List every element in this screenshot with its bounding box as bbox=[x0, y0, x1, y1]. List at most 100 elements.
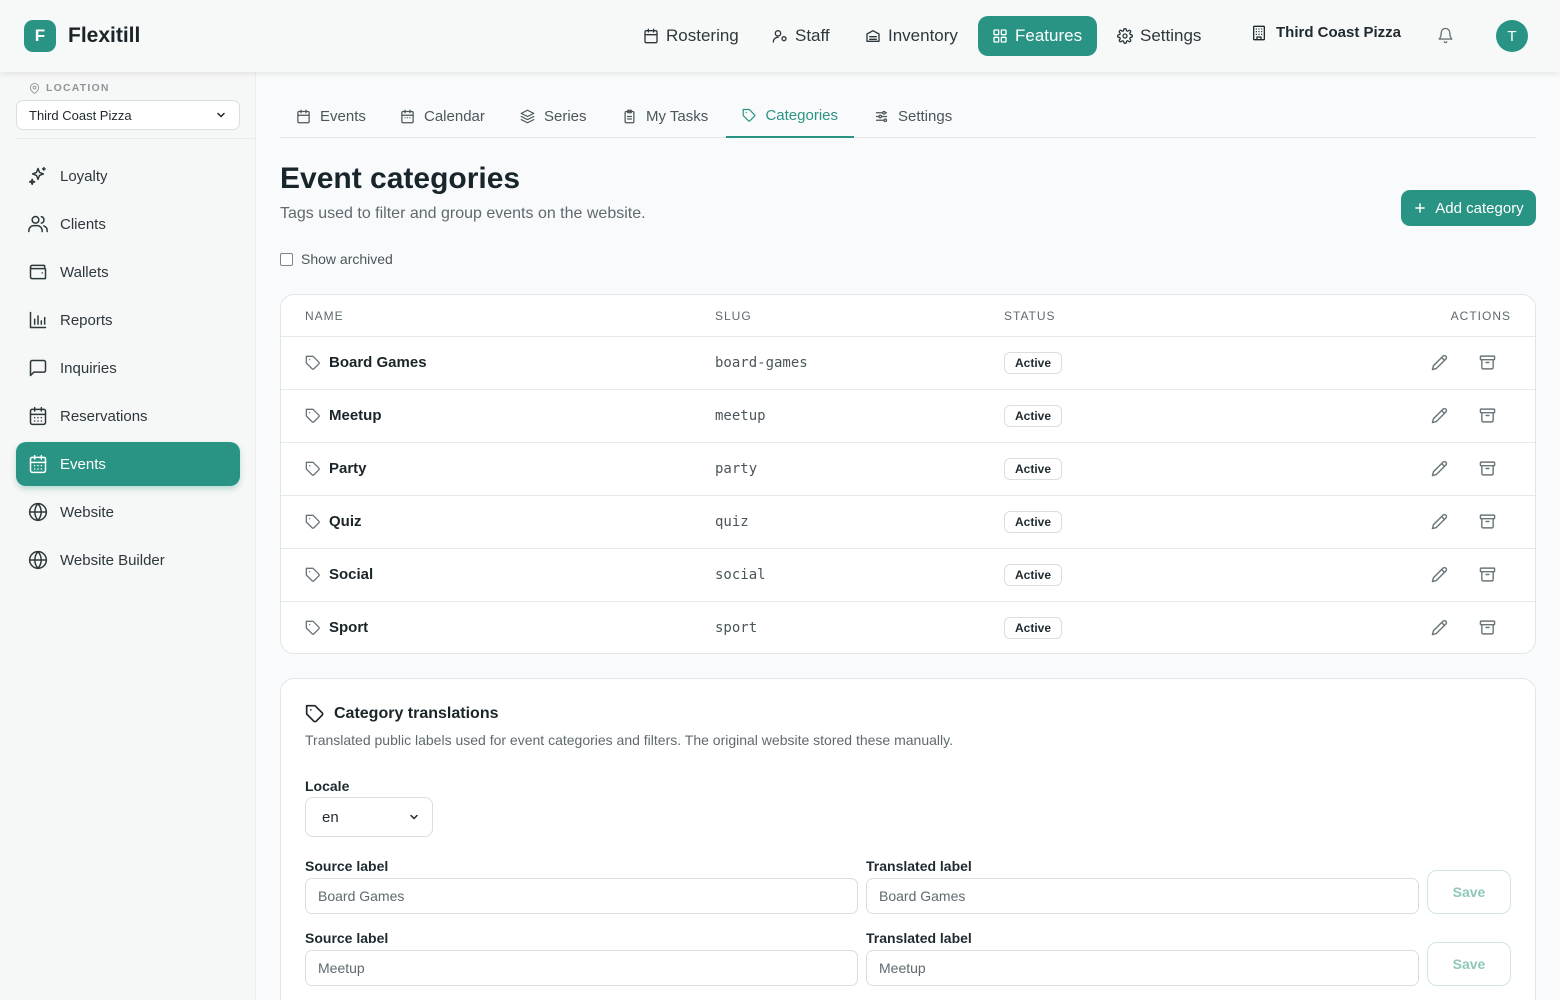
tab-label: Series bbox=[544, 107, 587, 125]
sidebar-item-loyalty[interactable]: Loyalty bbox=[16, 154, 240, 198]
edit-button[interactable] bbox=[1431, 566, 1448, 583]
edit-button[interactable] bbox=[1431, 354, 1448, 371]
translated-label-field[interactable]: Meetup bbox=[866, 950, 1419, 986]
archive-button[interactable] bbox=[1479, 619, 1496, 636]
archive-icon bbox=[1479, 461, 1496, 476]
sidebar-item-label: Clients bbox=[60, 215, 106, 233]
category-slug: board-games bbox=[715, 355, 808, 371]
tag-icon bbox=[305, 461, 320, 476]
category-name-text: Party bbox=[329, 460, 367, 477]
topnav-staff[interactable]: Staff bbox=[758, 16, 844, 56]
brand[interactable]: F Flexitill bbox=[24, 20, 140, 52]
source-label: Source label bbox=[305, 930, 389, 946]
sidebar-item-events[interactable]: Events bbox=[16, 442, 240, 486]
category-name: Social bbox=[305, 566, 373, 583]
status-badge: Active bbox=[1004, 405, 1063, 427]
archive-button[interactable] bbox=[1479, 513, 1496, 530]
topnav-features[interactable]: Features bbox=[978, 16, 1097, 56]
locale-select[interactable]: en bbox=[305, 797, 433, 837]
source-label-field[interactable]: Board Games bbox=[305, 878, 858, 914]
calendar-icon bbox=[644, 28, 658, 44]
tab-series[interactable]: Series bbox=[504, 94, 603, 138]
pencil-icon bbox=[1431, 513, 1448, 530]
category-slug: quiz bbox=[715, 514, 749, 530]
topnav-label: Inventory bbox=[888, 26, 958, 45]
location-select[interactable]: Third Coast Pizza bbox=[16, 100, 240, 130]
sidebar-item-reservations[interactable]: Reservations bbox=[16, 394, 240, 438]
building-icon bbox=[1253, 25, 1265, 40]
sidebar-item-label: Wallets bbox=[60, 263, 109, 281]
calendar-icon bbox=[29, 406, 47, 426]
edit-button[interactable] bbox=[1431, 619, 1448, 636]
sidebar-item-website[interactable]: Website bbox=[16, 490, 240, 534]
show-archived-checkbox[interactable] bbox=[280, 252, 293, 266]
status-badge: Active bbox=[1004, 511, 1063, 533]
sidebar-item-website-builder[interactable]: Website Builder bbox=[16, 538, 240, 582]
translated-label-field[interactable]: Board Games bbox=[866, 878, 1419, 914]
save-button[interactable]: Save bbox=[1427, 870, 1511, 914]
archive-icon bbox=[1479, 620, 1496, 635]
tab-label: My Tasks bbox=[646, 107, 709, 125]
archive-button[interactable] bbox=[1479, 460, 1496, 477]
show-archived-toggle[interactable]: Show archived bbox=[280, 251, 393, 267]
tag-icon bbox=[305, 514, 320, 529]
location-switcher[interactable]: Third Coast Pizza bbox=[1251, 24, 1401, 41]
category-name-text: Board Games bbox=[329, 354, 427, 371]
sidebar-item-clients[interactable]: Clients bbox=[16, 202, 240, 246]
archive-icon bbox=[1479, 408, 1496, 423]
status-badge: Active bbox=[1004, 458, 1063, 480]
tag-icon bbox=[305, 620, 320, 635]
pencil-icon bbox=[1431, 354, 1448, 371]
globe-icon bbox=[28, 502, 48, 522]
sidebar-item-inquiries[interactable]: Inquiries bbox=[16, 346, 240, 390]
archive-button[interactable] bbox=[1479, 407, 1496, 424]
location-label-text: LOCATION bbox=[46, 82, 110, 94]
sidebar-item-wallets[interactable]: Wallets bbox=[16, 250, 240, 294]
edit-button[interactable] bbox=[1431, 513, 1448, 530]
archive-icon bbox=[1479, 355, 1496, 370]
edit-button[interactable] bbox=[1431, 407, 1448, 424]
page-title: Event categories bbox=[280, 162, 521, 195]
translations-subtitle: Translated public labels used for event … bbox=[305, 732, 953, 748]
clipboard-icon bbox=[624, 109, 635, 123]
sidebar-item-label: Loyalty bbox=[60, 167, 108, 185]
layers-icon bbox=[520, 109, 535, 123]
topnav-inventory[interactable]: Inventory bbox=[851, 16, 972, 56]
archive-button[interactable] bbox=[1479, 354, 1496, 371]
calendar-icon bbox=[401, 109, 414, 123]
tab-categories[interactable]: Categories bbox=[726, 94, 854, 138]
source-label-field[interactable]: Meetup bbox=[305, 950, 858, 986]
notifications-button[interactable] bbox=[1437, 27, 1454, 44]
bell-icon bbox=[1438, 27, 1453, 44]
sub-tabs: Events Calendar Series My Tasks Categori… bbox=[280, 94, 1536, 138]
tab-my-tasks[interactable]: My Tasks bbox=[606, 94, 724, 138]
tab-settings[interactable]: Settings bbox=[858, 94, 968, 138]
map-pin-icon bbox=[29, 82, 40, 94]
topnav-settings[interactable]: Settings bbox=[1103, 16, 1215, 56]
topnav-label: Staff bbox=[795, 26, 830, 45]
inventory-icon bbox=[866, 30, 880, 42]
users-icon bbox=[28, 215, 48, 233]
edit-button[interactable] bbox=[1431, 460, 1448, 477]
staff-icon bbox=[772, 30, 787, 43]
status-badge: Active bbox=[1004, 564, 1063, 586]
category-translations-card: Category translations Translated public … bbox=[280, 678, 1536, 1000]
sidebar-item-reports[interactable]: Reports bbox=[16, 298, 240, 342]
save-button[interactable]: Save bbox=[1427, 942, 1511, 986]
tab-events[interactable]: Events bbox=[280, 94, 382, 138]
grid-icon bbox=[993, 29, 1007, 43]
calendar-icon bbox=[297, 109, 310, 123]
add-category-button[interactable]: Add category bbox=[1401, 190, 1536, 226]
category-name: Party bbox=[305, 460, 367, 477]
avatar[interactable]: T bbox=[1496, 20, 1528, 52]
topnav-rostering[interactable]: Rostering bbox=[629, 16, 753, 56]
tag-icon bbox=[305, 704, 324, 723]
tag-icon bbox=[305, 567, 320, 582]
location-select-value: Third Coast Pizza bbox=[29, 107, 132, 123]
translation-row: Source label Translated label Board Game… bbox=[305, 858, 1513, 926]
table-row: Party party Active bbox=[281, 443, 1535, 496]
archive-button[interactable] bbox=[1479, 566, 1496, 583]
table-row: Meetup meetup Active bbox=[281, 390, 1535, 443]
tab-calendar[interactable]: Calendar bbox=[384, 94, 501, 138]
location-label: LOCATION bbox=[29, 82, 110, 94]
